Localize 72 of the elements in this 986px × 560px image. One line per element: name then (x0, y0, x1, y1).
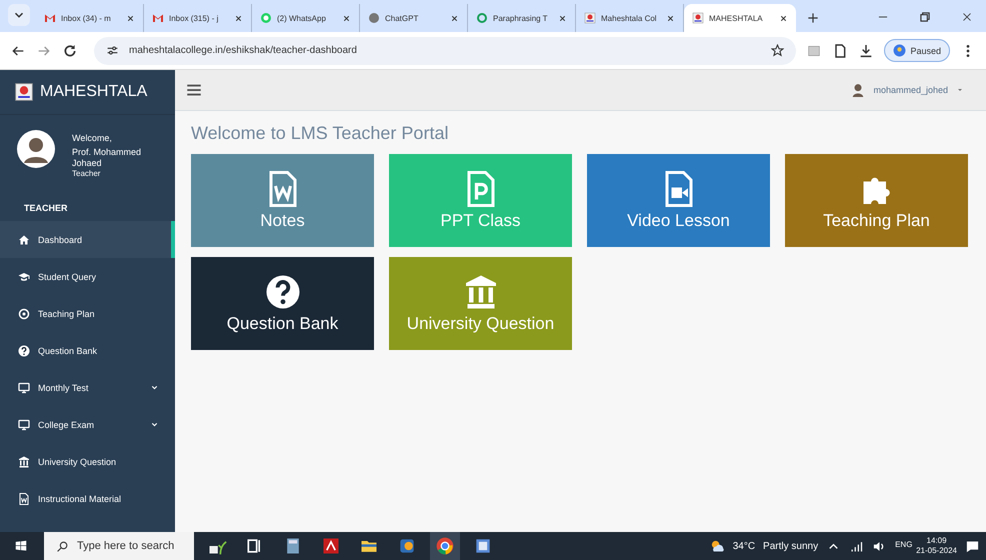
college-logo-icon (584, 12, 596, 24)
mail-icon (44, 12, 56, 24)
clock-date[interactable]: 21-05-2024 (916, 546, 957, 556)
ring-icon (476, 12, 488, 24)
temperature-text: 34°C (732, 540, 756, 552)
avatar-icon (893, 44, 906, 57)
tab-title: Paraphrasing T (493, 14, 549, 22)
search-icon (56, 540, 69, 552)
chrome-browser-icon[interactable] (430, 532, 460, 560)
close-icon[interactable] (234, 14, 243, 22)
tab-title: ChatGPT (385, 14, 420, 22)
close-icon[interactable] (450, 14, 459, 22)
sidebar-menu-item[interactable]: Dashboard (0, 221, 175, 258)
monitor-icon (18, 382, 30, 394)
windows-start-icon[interactable] (14, 539, 28, 553)
welcome-text: Welcome, (72, 133, 113, 143)
close-icon[interactable] (126, 14, 135, 22)
user-menu[interactable]: mohammed_johed (851, 81, 964, 99)
weather-text: Partly sunny (763, 540, 818, 552)
brand-name: MAHESHTALA (40, 83, 148, 101)
address-field[interactable]: maheshtalacollege.in/eshikshak/teacher-dashboard (94, 36, 796, 64)
profile-button[interactable]: Paused (884, 39, 950, 62)
taskbar-search-field[interactable]: Type here to search (44, 532, 194, 560)
section-heading: TEACHER (23, 202, 69, 215)
tab-title: Maheshtala Col (601, 14, 658, 22)
download-icon[interactable] (858, 42, 874, 58)
target-icon (18, 308, 30, 320)
bank-building-icon (18, 456, 30, 468)
college-logo-icon (692, 12, 704, 24)
star-icon[interactable] (771, 44, 784, 57)
avatar-silhouette-icon (851, 81, 866, 99)
mail-icon (152, 12, 164, 24)
notifications-icon[interactable] (965, 538, 980, 554)
tab-title: Inbox (34) - m (61, 14, 112, 22)
reload-icon[interactable] (62, 42, 78, 58)
question-mark-icon (18, 344, 30, 356)
user-name: Prof. Mohammed Johaed (72, 147, 142, 169)
sidebar-menu-item[interactable]: Question Bank (0, 332, 175, 369)
sidebar-menu-item[interactable]: College Exam (0, 406, 175, 443)
dashboard-tile[interactable]: Video Lesson (587, 154, 770, 247)
sidebar-menu-item[interactable]: Student Query (0, 258, 175, 295)
site-settings-icon[interactable] (106, 44, 119, 57)
user-role: Teacher (72, 169, 102, 178)
graduation-cap-icon (18, 270, 30, 282)
tab-title: Inbox (315) - j (169, 14, 220, 22)
close-icon[interactable] (558, 14, 567, 22)
clock-time[interactable]: 14:09 (926, 536, 947, 546)
college-logo-icon (14, 82, 34, 102)
word-document-icon (18, 492, 30, 504)
monitor-icon (18, 418, 30, 430)
dashboard-tile[interactable]: Question Bank (191, 257, 374, 350)
weather-sun-cloud-icon[interactable] (710, 538, 725, 554)
close-icon[interactable] (342, 14, 351, 22)
tab-title: MAHESHTALA (709, 14, 764, 22)
dashboard-tile[interactable]: Teaching Plan (785, 154, 968, 247)
tab-list-icon[interactable] (8, 4, 30, 26)
sidebar-menu-item[interactable]: Teaching Plan (0, 295, 175, 332)
question-mark-icon (264, 274, 300, 310)
close-icon[interactable] (666, 14, 675, 22)
tab-title: (2) WhatsApp (277, 14, 327, 22)
sidebar-menu-item[interactable]: Instructional Material (0, 480, 175, 517)
new-tab-icon[interactable] (806, 11, 820, 25)
sidebar-menu-item[interactable]: University Question (0, 443, 175, 480)
circle-icon (368, 12, 380, 24)
home-icon (18, 234, 30, 246)
caret-icon (956, 86, 964, 94)
close-icon[interactable] (779, 14, 788, 22)
dashboard-tile[interactable]: Notes (191, 154, 374, 247)
restore-icon[interactable] (918, 10, 932, 24)
browser-tab[interactable]: MAHESHTALA (684, 4, 796, 32)
page-title: Welcome to LMS Teacher Portal (191, 123, 450, 144)
sidebar-menu-item[interactable]: Monthly Test (0, 369, 175, 406)
